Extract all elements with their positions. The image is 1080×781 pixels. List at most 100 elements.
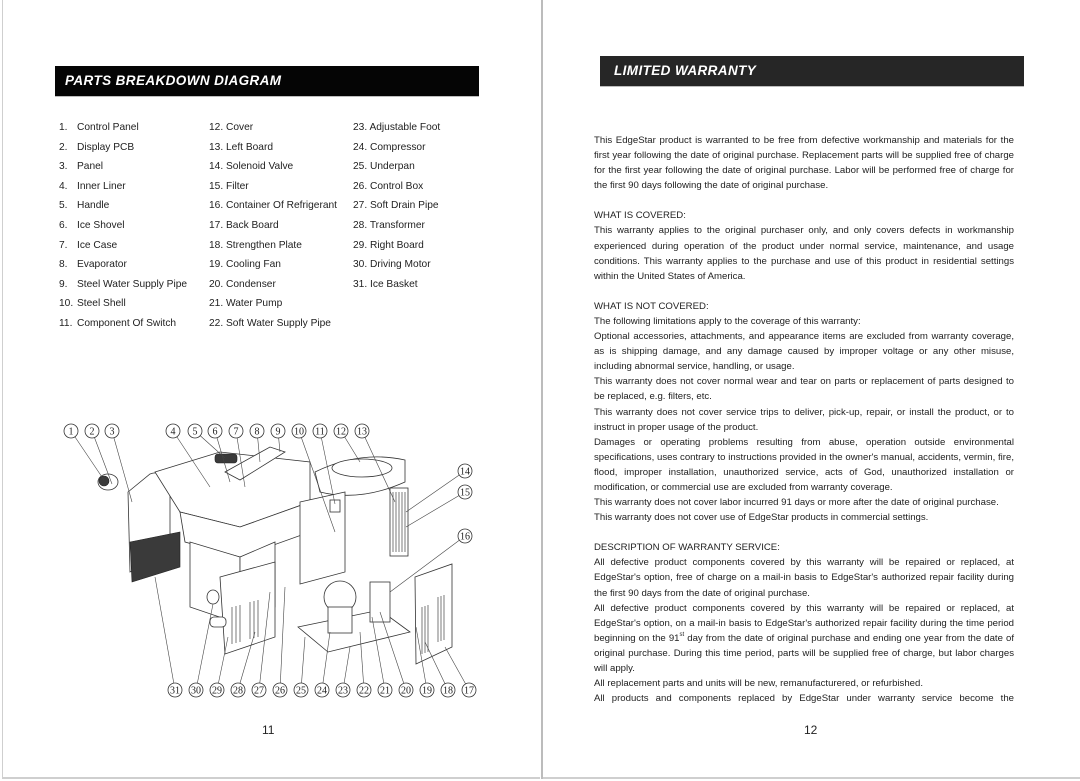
warranty-intro: This EdgeStar product is warranted to be… [594,135,1014,192]
parts-list-item: 17. Back Board [209,216,337,236]
page-edge [543,777,1080,779]
callout-text: 26 [275,686,285,697]
parts-list-item: 6. Ice Shovel [59,216,187,236]
leader-line [70,430,105,481]
service-item-2: All defective product components covered… [594,601,1014,676]
leader-line [300,636,306,691]
driving-motor-part [206,589,220,605]
part-number: 11. [59,317,73,329]
part-number: 8. [59,259,68,271]
part-name: Display PCB [77,141,135,153]
parts-list-item: 1. Control Panel [59,118,187,138]
callout-text: 17 [464,686,474,697]
part-name: Cooling Fan [226,259,281,271]
callout-text: 21 [380,686,390,697]
service-item-1: All defective product components covered… [594,557,1014,599]
part-number: 22. [209,317,224,329]
parts-list-item: 12. Cover [209,118,337,138]
parts-list-item: 28. Transformer [353,216,440,236]
part-name: Left Board [226,141,274,153]
part-number: 3. [59,161,68,173]
covered-text: This warranty applies to the original pu… [594,225,1014,282]
parts-list-item: 20. Condenser [209,275,337,295]
part-number: 30. [353,259,368,271]
not-covered-item: Optional accessories, attachments, and a… [594,331,1014,373]
not-covered-heading: WHAT IS NOT COVERED: [594,300,709,312]
part-name: Soft Water Supply Pipe [226,317,331,329]
part-name: Panel [77,161,104,173]
part-name: Condenser [226,278,276,290]
part-name: Right Board [370,239,424,251]
part-number: 20. [209,278,224,290]
ice-maker-drawing [97,446,453,665]
part-name: Component Of Switch [77,317,177,329]
callout-text: 13 [357,427,367,438]
callout-text: 11 [315,427,325,438]
part-number: 31. [353,278,368,290]
parts-list-item: 11. Component Of Switch [59,314,187,334]
parts-list-item: 21. Water Pump [209,294,337,314]
parts-list-column-1: 1. Control Panel 2. Display PCB 3. Panel 4. Inn… [59,118,187,334]
parts-list-column-2: 12. Cover 13. Left Board 14. Solenoid Valv… [209,118,337,334]
callout-text: 19 [422,686,432,697]
leader-line [279,586,286,691]
service-item-4: All products and components replaced by … [594,693,1014,705]
part-name: Steel Water Supply Pipe [77,278,188,290]
part-number: 23. [353,122,368,133]
callout-text: 27 [254,686,264,697]
part-number: 6. [59,219,68,231]
callout-text: 8 [255,427,260,438]
part-number: 28. [353,219,368,231]
callout-text: 15 [460,488,470,499]
parts-list-column-3: 23. Adjustable Foot 24. Compressor 25. Und… [353,118,440,294]
callout-text: 25 [296,686,306,697]
parts-list-item: 2. Display PCB [59,138,187,158]
leader-line [111,430,133,503]
part-number: 15. [209,180,224,192]
page-number-right: 12 [804,723,818,737]
not-covered-list: Optional accessories, attachments, and a… [594,329,1014,525]
drain-cap-part [209,616,227,628]
part-number: 19. [209,259,224,271]
parts-list-item: 7. Ice Case [59,236,187,256]
parts-list-item: 30. Driving Motor [353,255,440,275]
callout-number: 15 [405,484,473,528]
parts-list-item: 13. Left Board [209,138,337,158]
parts-list-item: 18. Strengthen Plate [209,236,337,256]
parts-list-item: 15. Filter [209,177,337,197]
parts-list-item: 19. Cooling Fan [209,255,337,275]
service-item-3: All replacement parts and units will be … [594,678,924,690]
callout-text: 1 [69,427,74,438]
part-name: Transformer [369,219,425,231]
parts-list-item: 27. Soft Drain Pipe [353,196,440,216]
part-name: Ice Case [77,239,118,251]
part-name: Control Box [370,180,424,192]
not-covered-lead: The following limitations apply to the c… [594,315,861,327]
not-covered-item: This warranty does not cover service tri… [594,406,1014,433]
part-name: Handle [77,200,110,212]
parts-list-item: 22. Soft Water Supply Pipe [209,314,337,334]
leader-line [216,636,229,691]
part-number: 27. [353,200,368,212]
part-number: 17. [209,219,224,231]
callout-text: 24 [317,686,327,697]
callout-number: 23 [335,646,351,698]
exploded-parts-diagram: 1 2 3 4 5 6 7 8 9 10 11 12 1314151631 30 29 28 27 26 25 24 2… [63,423,477,698]
part-number: 1. [59,122,68,133]
callout-text: 3 [110,427,115,438]
callout-number: 31 [154,576,183,698]
parts-list-item: 16. Container Of Refrigerant [209,196,337,216]
callout-text: 4 [171,427,176,438]
callout-text: 22 [359,686,369,697]
part-name: Back Board [226,219,279,231]
part-number: 24. [353,141,368,153]
cover-opening [331,458,393,478]
part-name: Control Panel [77,122,139,133]
handle-part [214,453,238,464]
part-number: 5. [59,200,68,212]
parts-list-item: 25. Underpan [353,157,440,177]
part-name: Strengthen Plate [226,239,302,251]
callout-text: 12 [336,427,346,438]
callout-text: 29 [212,686,222,697]
part-number: 21. [209,298,224,310]
